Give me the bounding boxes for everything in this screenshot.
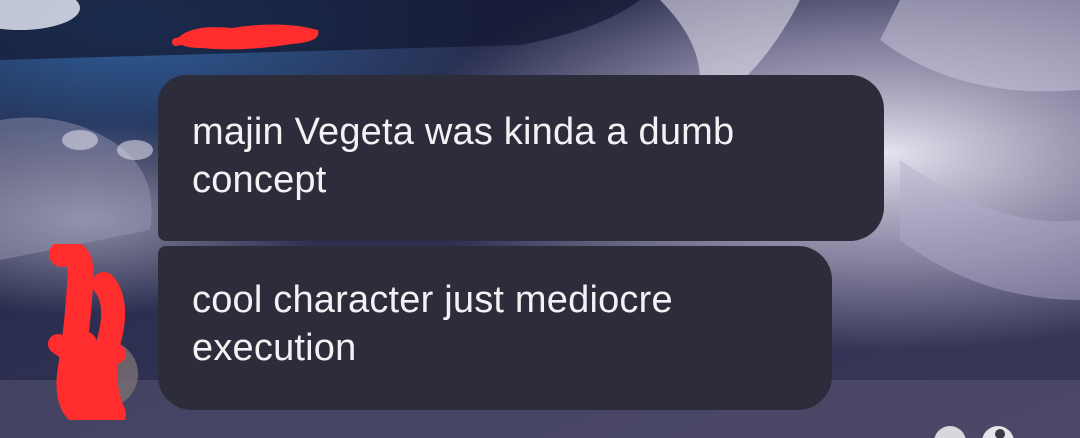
- sender-name-redaction: [172, 24, 319, 50]
- message-text: majin Vegeta was kinda a dumb concept: [192, 111, 735, 201]
- message-bubble[interactable]: cool character just mediocre execution: [158, 246, 832, 410]
- reaction-avatar-icon: [934, 426, 966, 438]
- sender-avatar[interactable]: [44, 240, 144, 434]
- message-bubble[interactable]: majin Vegeta was kinda a dumb concept: [158, 75, 884, 241]
- message-group: majin Vegeta was kinda a dumb concept co…: [0, 0, 1080, 438]
- avatar-icon: [48, 240, 138, 434]
- message-text: cool character just mediocre execution: [192, 279, 673, 369]
- reaction-avatars[interactable]: [920, 420, 1040, 438]
